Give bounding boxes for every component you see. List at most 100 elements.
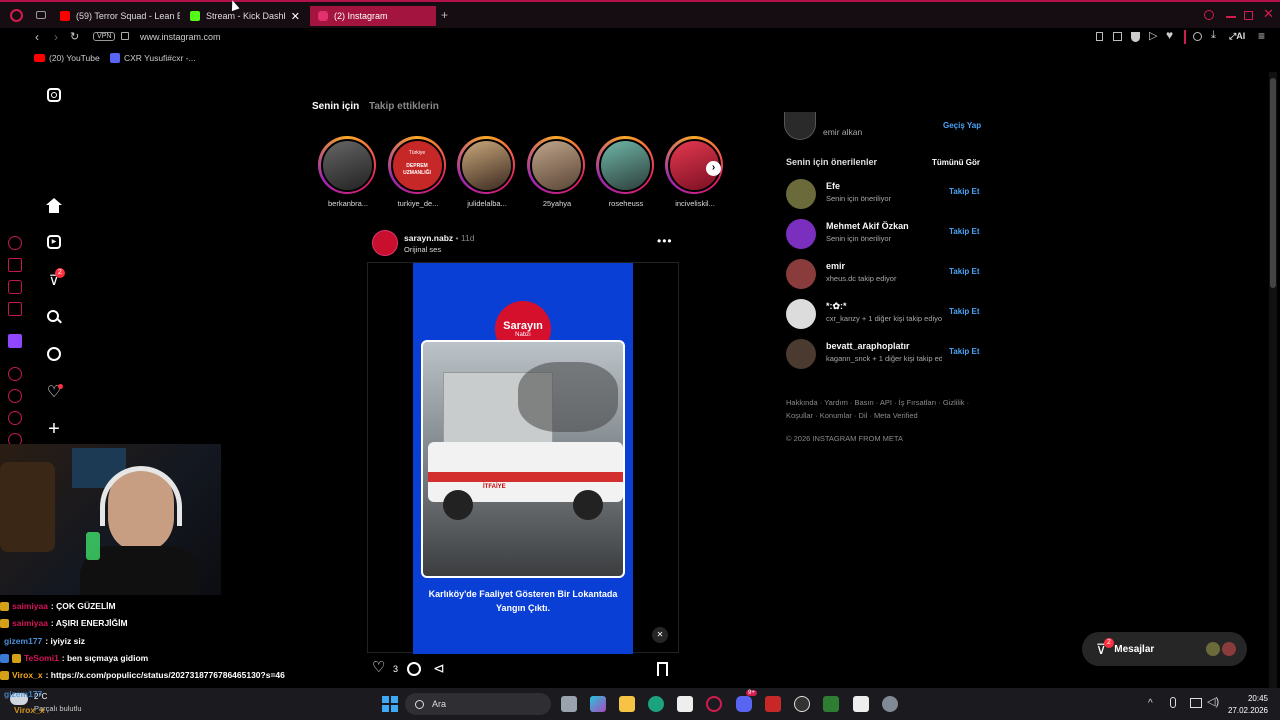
suggestion-name[interactable]: *:✿:* — [826, 301, 847, 312]
task-view-icon[interactable] — [561, 696, 577, 712]
stories-next-icon[interactable]: › — [706, 161, 721, 176]
menu-icon[interactable]: ≡ — [1258, 29, 1265, 43]
close-window-icon[interactable]: ✕ — [1263, 6, 1274, 22]
suggestion-avatar[interactable] — [786, 179, 816, 209]
share-icon[interactable]: ⊲ — [433, 660, 445, 676]
minimize-icon[interactable] — [1226, 16, 1236, 18]
story-item[interactable]: 25yahya — [527, 136, 587, 208]
heart-icon[interactable]: ♥ — [1166, 28, 1173, 42]
opera-logo-icon[interactable] — [10, 9, 23, 22]
sidebar-flow-icon[interactable] — [8, 411, 22, 425]
follow-button[interactable]: Takip Et — [949, 347, 980, 356]
like-icon[interactable]: ♡ — [372, 660, 385, 676]
follow-button[interactable]: Takip Et — [949, 187, 980, 196]
follow-button[interactable]: Takip Et — [949, 227, 980, 236]
tab-instagram[interactable]: (2) Instagram — [310, 6, 436, 26]
profile-icon[interactable] — [1193, 32, 1202, 41]
new-tab-icon[interactable]: + — [441, 8, 448, 22]
search-tabs-icon[interactable] — [1204, 10, 1214, 20]
post-author-name[interactable]: sarayn.nabz — [404, 233, 453, 243]
reels-icon[interactable]: ▶ — [46, 234, 62, 250]
obs-icon[interactable] — [794, 696, 810, 712]
post-more-options-icon[interactable]: ••• — [657, 234, 673, 248]
footer-links[interactable]: Hakkında · Yardım · Basın · API · İş Fır… — [786, 396, 976, 422]
instagram-logo-icon[interactable] — [46, 87, 62, 103]
story-item[interactable]: berkanbra... — [318, 136, 378, 208]
suggestion-name[interactable]: bevatt_araphoplatır — [826, 341, 910, 351]
sidebar-history-icon[interactable] — [8, 389, 22, 403]
forward-icon[interactable]: › — [54, 30, 58, 44]
post-author-avatar[interactable] — [372, 230, 398, 256]
file-explorer-icon[interactable] — [619, 696, 635, 712]
app-icon[interactable] — [765, 696, 781, 712]
app-icon[interactable] — [823, 696, 839, 712]
page-scrollbar[interactable] — [1269, 72, 1277, 688]
tab-takip-ettiklerin[interactable]: Takip ettiklerin — [369, 101, 439, 112]
story-item[interactable]: julidelalba... — [457, 136, 517, 208]
sidebar-aria-icon[interactable] — [8, 236, 22, 250]
bookmark-cxr[interactable]: CXR Yusufi#cxr -... — [110, 53, 196, 63]
messages-button[interactable]: ⊽ 2 Mesajlar — [1082, 632, 1247, 666]
post-video[interactable]: Sarayın Nabzı İTFAİYE Karlıköy'de Faaliy… — [367, 262, 679, 654]
search-icon[interactable] — [46, 309, 62, 325]
discord-taskbar-icon[interactable]: 9+ — [736, 690, 757, 712]
sidebar-chat-icon[interactable] — [8, 280, 22, 294]
edge-icon[interactable] — [648, 696, 664, 712]
tab-kick[interactable]: Stream - Kick Dashboard ✕ — [182, 6, 308, 26]
switch-account-link[interactable]: Geçiş Yap — [943, 121, 981, 130]
player-icon[interactable]: ▷ — [1149, 29, 1157, 42]
suggestion-avatar[interactable] — [786, 339, 816, 369]
microphone-icon[interactable] — [1170, 697, 1176, 708]
sidebar-bag-icon[interactable] — [8, 258, 22, 272]
suggestion-name[interactable]: Mehmet Akif Özkan — [826, 221, 909, 231]
vpn-badge[interactable]: VPN — [93, 32, 116, 41]
sidebar-player-icon[interactable] — [8, 367, 22, 381]
clock-date[interactable]: 27.02.2026 — [1224, 706, 1268, 715]
download-icon[interactable]: ⤓ — [1211, 29, 1216, 42]
maximize-icon[interactable] — [1244, 11, 1253, 20]
suggestion-avatar[interactable] — [786, 299, 816, 329]
tray-chevron-icon[interactable]: ^ — [1148, 698, 1153, 709]
snapshot-icon[interactable] — [1113, 32, 1122, 41]
clock-time[interactable]: 20:45 — [1232, 694, 1268, 703]
explore-icon[interactable] — [46, 346, 62, 362]
settings-icon[interactable] — [882, 696, 898, 712]
like-count[interactable]: 3 — [393, 664, 398, 674]
tab-senin-icin[interactable]: Senin için — [312, 101, 359, 112]
post-author[interactable]: sarayn.nabz • 11d — [404, 233, 474, 243]
tab-youtube[interactable]: (59) Terror Squad - Lean B — [52, 6, 180, 26]
url-field[interactable]: www.instagram.com — [140, 32, 221, 42]
copilot-icon[interactable] — [590, 696, 606, 712]
store-icon[interactable] — [677, 696, 693, 712]
opera-taskbar-icon[interactable] — [706, 696, 722, 712]
bookmark-page-icon[interactable] — [1096, 32, 1103, 41]
direct-messages-icon[interactable]: ⊽ 2 — [46, 268, 65, 288]
follow-button[interactable]: Takip Et — [949, 307, 980, 316]
suggestion-name[interactable]: Efe — [826, 181, 840, 191]
account-name[interactable]: emir alkan — [823, 127, 862, 137]
suggestion-name[interactable]: emir — [826, 261, 845, 271]
bookmark-youtube[interactable]: (20) YouTube — [34, 53, 100, 63]
sidebar-twitch-icon[interactable] — [8, 334, 22, 348]
volume-icon[interactable]: ◁) — [1207, 695, 1219, 708]
story-item[interactable]: Türkiye DEPREM UZMANLIĞI turkiye_de... — [388, 136, 448, 208]
tab-switcher-icon[interactable] — [36, 11, 46, 19]
windows-start-icon[interactable] — [382, 696, 398, 712]
see-all-link[interactable]: Tümünü Gör — [932, 158, 980, 167]
adblock-shield-icon[interactable] — [1131, 32, 1140, 42]
comment-icon[interactable] — [407, 662, 421, 676]
close-tab-icon[interactable]: ✕ — [291, 10, 300, 23]
notifications-heart-icon[interactable]: ♡ — [46, 384, 63, 401]
network-icon[interactable] — [1190, 698, 1202, 708]
story-item[interactable]: roseheuss — [596, 136, 656, 208]
back-icon[interactable]: ‹ — [35, 30, 39, 44]
app-icon[interactable] — [853, 696, 869, 712]
suggestion-avatar[interactable] — [786, 259, 816, 289]
reload-icon[interactable]: ↻ — [70, 30, 79, 43]
sidebar-mail-icon[interactable] — [8, 302, 22, 316]
suggestion-avatar[interactable] — [786, 219, 816, 249]
mute-icon[interactable]: ✕ — [652, 627, 668, 643]
taskbar-search[interactable]: Ara — [405, 693, 551, 715]
post-audio[interactable]: Orijinal ses — [404, 245, 441, 254]
aria-ai-button[interactable]: ⤢AI — [1229, 31, 1245, 42]
